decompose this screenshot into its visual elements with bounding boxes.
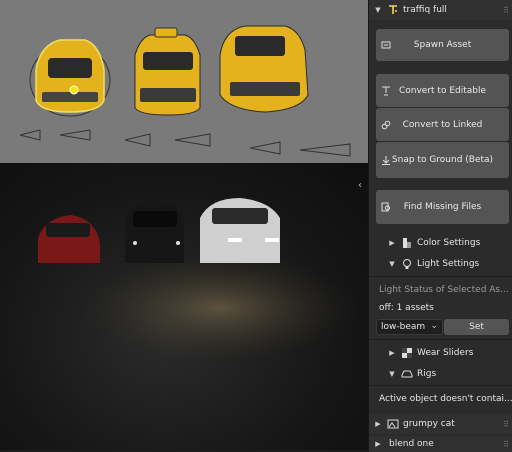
light-settings-subpanel[interactable]: ▼ Light Settings (369, 254, 512, 274)
addon-sidepanel: ▼ traffiq full ⠿ Spawn Asset Convert to … (368, 0, 512, 452)
checker-icon (402, 348, 412, 358)
convert-editable-label: Convert to Editable (398, 85, 487, 96)
lightbulb-icon (403, 259, 411, 269)
sidebar-collapse-arrow[interactable]: ‹ (358, 180, 362, 191)
spawn-asset-label: Spawn Asset (413, 40, 472, 50)
snap-ground-label: Snap to Ground (Beta) (391, 155, 494, 165)
rigs-subpanel[interactable]: ▼ Rigs (369, 364, 512, 384)
off-assets-count: off: 1 assets (379, 303, 434, 313)
drag-handle-icon[interactable]: ⠿ (503, 440, 509, 449)
expand-triangle-icon[interactable]: ▶ (387, 349, 397, 357)
set-label: Set (469, 322, 484, 332)
expand-triangle-icon[interactable]: ▶ (373, 420, 383, 428)
yellow-hatchback-car[interactable] (19, 39, 111, 141)
palette-icon (403, 238, 411, 248)
divider (369, 385, 512, 386)
rigs-label: Rigs (417, 369, 437, 379)
blend-one-label: blend one (389, 439, 434, 449)
snap-down-icon (382, 156, 390, 165)
light-mode-dropdown[interactable]: low-beam ⌄ (376, 319, 443, 335)
convert-to-linked-button[interactable]: Convert to Linked (376, 108, 509, 141)
search-file-icon (381, 202, 390, 212)
divider (369, 339, 512, 340)
divider (369, 276, 512, 277)
3d-viewport[interactable]: ‹ (0, 0, 368, 450)
active-object-message: Active object doesn't contai... (379, 394, 512, 404)
snap-to-ground-button[interactable]: Snap to Ground (Beta) (376, 142, 509, 178)
car-icon (401, 370, 413, 378)
bottom-render-view[interactable] (0, 163, 368, 450)
expand-triangle-icon[interactable]: ▶ (387, 239, 397, 247)
collapse-triangle-icon[interactable]: ▼ (387, 370, 397, 378)
light-mode-value: low-beam (381, 322, 426, 332)
drag-handle-icon[interactable]: ⠿ (503, 420, 509, 429)
yellow-suv-car[interactable] (219, 25, 351, 157)
find-missing-files-button[interactable]: Find Missing Files (376, 190, 509, 224)
night-scene (38, 198, 360, 363)
top-scene (19, 25, 351, 157)
yellow-taxi-car[interactable] (124, 27, 211, 147)
link-icon (381, 120, 391, 129)
set-button[interactable]: Set (444, 319, 509, 335)
drag-handle-icon[interactable]: ⠿ (503, 6, 509, 15)
collapse-triangle-icon[interactable]: ▼ (387, 260, 397, 268)
chevron-down-icon: ⌄ (430, 321, 438, 331)
panel-header-label: traffiq full (403, 5, 447, 15)
red-sedan[interactable] (38, 215, 100, 263)
node-icon (382, 86, 390, 95)
expand-triangle-icon[interactable]: ▶ (373, 440, 383, 448)
traffiq-logo-icon (389, 5, 397, 14)
image-icon (387, 419, 399, 429)
spawn-icon (381, 41, 391, 49)
find-missing-label: Find Missing Files (403, 202, 482, 212)
light-status-label: Light Status of Selected As... (379, 285, 509, 295)
panel-header[interactable]: ▼ traffiq full ⠿ (369, 0, 512, 20)
grumpy-cat-label: grumpy cat (403, 419, 455, 429)
collapse-triangle-icon[interactable]: ▼ (373, 6, 383, 14)
color-settings-subpanel[interactable]: ▶ Color Settings (369, 233, 512, 253)
wear-sliders-subpanel[interactable]: ▶ Wear Sliders (369, 343, 512, 363)
white-suv[interactable] (200, 198, 280, 263)
convert-linked-label: Convert to Linked (402, 119, 483, 130)
black-suv[interactable] (125, 201, 184, 263)
top-render-view[interactable] (0, 0, 368, 163)
color-settings-label: Color Settings (417, 238, 481, 248)
grumpy-cat-panel-header[interactable]: ▶ grumpy cat ⠿ (369, 414, 512, 434)
convert-to-editable-button[interactable]: Convert to Editable (376, 74, 509, 107)
light-settings-label: Light Settings (417, 259, 480, 269)
wear-sliders-label: Wear Sliders (417, 348, 474, 358)
spawn-asset-button[interactable]: Spawn Asset (376, 29, 509, 61)
